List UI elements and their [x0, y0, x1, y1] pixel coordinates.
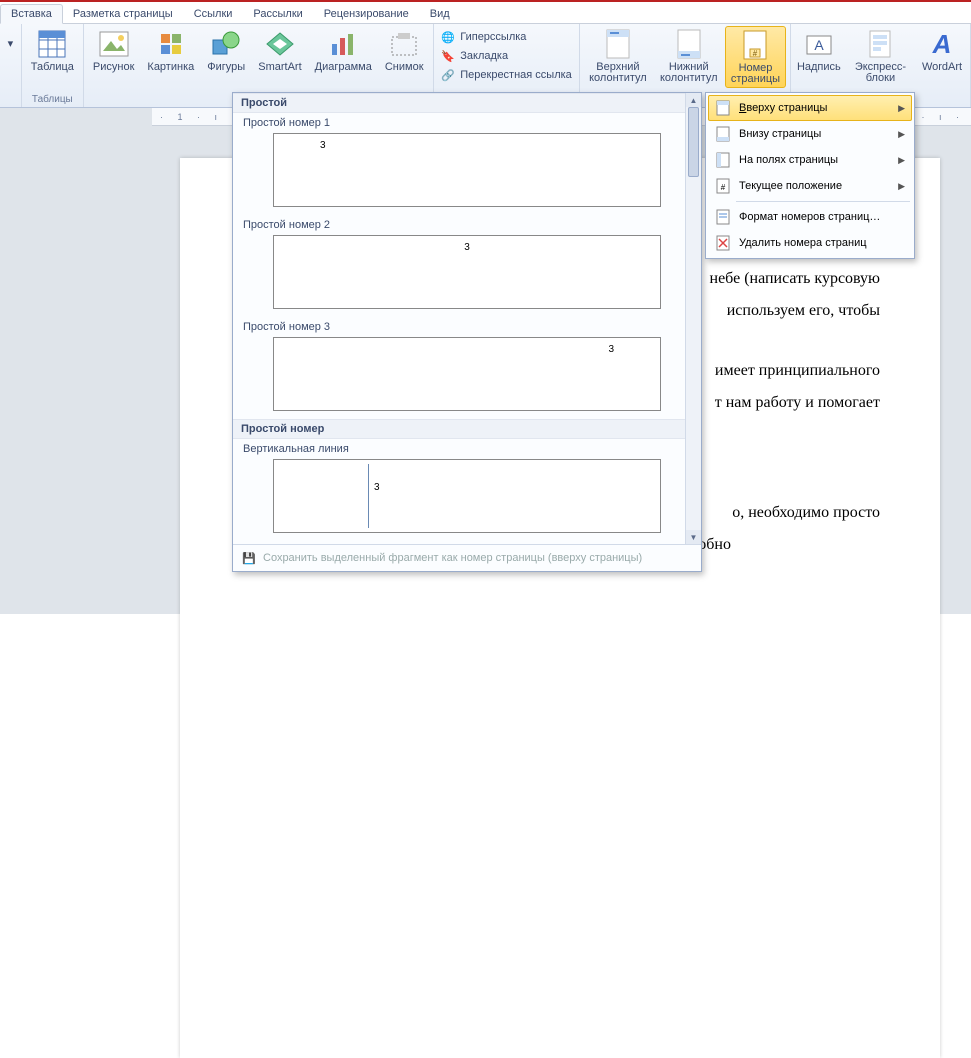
save-fragment-icon: 💾	[241, 550, 257, 566]
footer-icon	[673, 28, 705, 60]
delete-icon	[715, 235, 731, 251]
chart-icon	[327, 28, 359, 60]
gallery-item-vline-label: Вертикальная линия	[233, 439, 701, 457]
shapes-button[interactable]: Фигуры	[202, 26, 250, 75]
svg-text:A: A	[814, 37, 824, 53]
hyperlink-button[interactable]: 🌐Гиперссылка	[436, 28, 576, 46]
pagenumber-submenu: Вверху страницы ▶ Внизу страницы ▶ На по…	[705, 92, 915, 259]
scroll-down-icon[interactable]: ▼	[686, 530, 701, 544]
vertical-line-icon	[368, 464, 369, 528]
svg-text:A: A	[932, 29, 952, 59]
screenshot-icon	[388, 28, 420, 60]
globe-icon: 🌐	[440, 29, 456, 45]
crossref-button[interactable]: 🔗Перекрестная ссылка	[436, 66, 576, 84]
wordart-button[interactable]: AWordArt	[918, 26, 966, 75]
clipart-icon	[155, 28, 187, 60]
bookmark-icon: 🔖	[440, 48, 456, 64]
header-button[interactable]: Верхний колонтитул	[584, 26, 653, 86]
svg-text:#: #	[721, 183, 726, 192]
chevron-right-icon: ▶	[898, 181, 905, 192]
footer-button[interactable]: Нижний колонтитул	[655, 26, 722, 86]
page-margin-icon	[715, 152, 731, 168]
scroll-up-icon[interactable]: ▲	[686, 93, 701, 107]
table-label: Таблица	[31, 62, 74, 73]
gallery-item-2-label: Простой номер 2	[233, 215, 701, 233]
crossref-icon: 🔗	[440, 67, 456, 83]
svg-text:#: #	[753, 49, 758, 58]
gallery-item-2[interactable]: 3	[273, 235, 661, 309]
tab-references[interactable]: Ссылки	[184, 5, 244, 23]
tab-review[interactable]: Рецензирование	[314, 5, 420, 23]
wordart-icon: A	[926, 28, 958, 60]
quickparts-button[interactable]: Экспресс-блоки	[846, 26, 915, 86]
textbox-icon: A	[803, 28, 835, 60]
gallery-scrollbar[interactable]: ▲ ▼	[685, 93, 701, 544]
table-button[interactable]: Таблица	[26, 26, 79, 75]
tab-mailings[interactable]: Рассылки	[243, 5, 313, 23]
gallery-item-3[interactable]: 3	[273, 337, 661, 411]
chevron-right-icon: ▶	[898, 155, 905, 166]
ribbon-tabs: Вставка Разметка страницы Ссылки Рассылк…	[0, 2, 971, 24]
header-icon	[602, 28, 634, 60]
table-icon	[36, 28, 68, 60]
clipart-button[interactable]: Картинка	[142, 26, 199, 75]
group-tables: Таблица Таблицы	[22, 24, 84, 107]
chart-button[interactable]: Диаграмма	[310, 26, 377, 75]
tab-page-layout[interactable]: Разметка страницы	[63, 5, 184, 23]
menu-format-page-numbers[interactable]: Формат номеров страниц…	[708, 204, 912, 230]
gallery-item-vline[interactable]: 3	[273, 459, 661, 533]
gallery-item-3-label: Простой номер 3	[233, 317, 701, 335]
menu-current-position[interactable]: # Текущее положение ▶	[708, 173, 912, 199]
menu-remove-page-numbers[interactable]: Удалить номера страниц	[708, 230, 912, 256]
menu-top-of-page[interactable]: Вверху страницы ▶	[708, 95, 912, 121]
shapes-icon	[210, 28, 242, 60]
quickparts-icon	[864, 28, 896, 60]
chevron-right-icon: ▶	[898, 129, 905, 140]
tab-view[interactable]: Вид	[420, 5, 461, 23]
bookmark-button[interactable]: 🔖Закладка	[436, 47, 576, 65]
screenshot-button[interactable]: Снимок	[380, 26, 429, 75]
smartart-button[interactable]: SmartArt	[253, 26, 306, 75]
gallery-item-1[interactable]: 3	[273, 133, 661, 207]
format-icon	[715, 209, 731, 225]
group-label-tables: Таблицы	[32, 94, 73, 107]
page-top-icon	[715, 100, 731, 116]
pagenumber-icon: #	[739, 29, 771, 61]
gallery-item-1-label: Простой номер 1	[233, 113, 701, 131]
smartart-icon	[264, 28, 296, 60]
scroll-thumb[interactable]	[688, 107, 699, 177]
gallery-save-selection[interactable]: 💾 Сохранить выделенный фрагмент как номе…	[233, 544, 701, 571]
page-bottom-icon	[715, 126, 731, 142]
picture-icon	[98, 28, 130, 60]
menu-bottom-of-page[interactable]: Внизу страницы ▶	[708, 121, 912, 147]
picture-button[interactable]: Рисунок	[88, 26, 140, 75]
gallery-header-simple: Простой	[233, 93, 701, 113]
cursor-position-icon: #	[715, 178, 731, 194]
pagenumber-gallery: Простой Простой номер 1 3 Простой номер …	[232, 92, 702, 572]
menu-separator	[736, 201, 910, 202]
pagenumber-button[interactable]: #Номер страницы	[725, 26, 786, 88]
gallery-header-simplenum: Простой номер	[233, 419, 701, 439]
menu-page-margins[interactable]: На полях страницы ▶	[708, 147, 912, 173]
chevron-right-icon: ▶	[898, 103, 905, 114]
tab-insert[interactable]: Вставка	[0, 4, 63, 24]
textbox-button[interactable]: AНадпись	[795, 26, 843, 75]
